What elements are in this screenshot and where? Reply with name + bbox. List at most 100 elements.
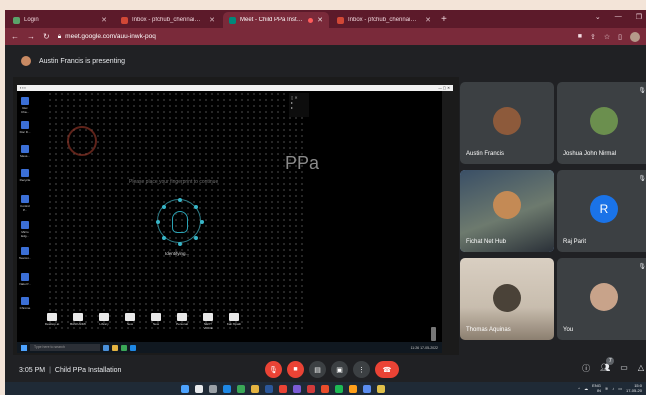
reload-icon[interactable]: ↻ — [43, 32, 50, 41]
mic-off-icon: 🎙︎ — [638, 176, 646, 182]
forward-icon[interactable]: → — [27, 32, 35, 41]
desktop-icon[interactable]: Control P... — [19, 195, 31, 212]
windows-start-icon[interactable] — [181, 384, 189, 393]
tab-login[interactable]: Login ✕ — [7, 12, 113, 28]
chevron-down-icon[interactable]: ⌄ — [595, 13, 601, 21]
window-thumbnail[interactable]: Library — [95, 313, 113, 330]
taskbar-app-icon[interactable] — [112, 344, 118, 351]
info-icon[interactable]: ⓘ — [582, 363, 590, 374]
file-explorer-icon[interactable] — [251, 384, 259, 393]
window-thumbnail[interactable]: New — [121, 313, 139, 330]
participant-tile[interactable]: Thomas Aquinas — [460, 258, 554, 340]
tab-title: Inbox - pfchub_chennai@homeli... — [348, 17, 421, 23]
language-indicator[interactable]: ENG IN — [592, 383, 601, 393]
window-thumbnail[interactable]: Desktop at — [43, 313, 61, 330]
activities-icon[interactable]: △ — [638, 363, 644, 374]
url-field[interactable]: 🔒︎ meet.google.com/auu-inwk-poq — [58, 33, 156, 41]
participant-name: Thomas Aquinas — [466, 327, 511, 333]
remote-window-title: ▪ ▪ ▪ — [20, 86, 26, 90]
restore-icon[interactable]: ❐ — [636, 13, 642, 21]
app-icon[interactable] — [349, 384, 357, 393]
app-icon[interactable] — [307, 384, 315, 393]
scanner-dot — [194, 205, 198, 209]
meeting-time: 3:05 PM — [19, 366, 46, 374]
camera-toggle-button[interactable]: ■ — [287, 361, 304, 378]
mic-toggle-button[interactable]: 🎙︎ — [265, 361, 282, 378]
window-thumbnail[interactable]: Kali Xlpath — [225, 313, 243, 330]
captions-button[interactable]: ▤ — [309, 361, 326, 378]
close-tab-icon[interactable]: ✕ — [425, 16, 431, 24]
tab-inbox-1[interactable]: Inbox - pfchub_chennai@homeli... ✕ — [115, 12, 221, 28]
wifi-icon[interactable]: ≋ — [605, 386, 608, 391]
star-icon[interactable]: ☆ — [604, 33, 610, 41]
presenter-avatar — [21, 56, 31, 66]
desktop-icon[interactable]: Nalu P... — [19, 273, 31, 286]
tray-chevron-icon[interactable]: ^ — [578, 386, 580, 391]
participant-tile[interactable]: 🎙︎ R Raj Parit — [557, 170, 646, 252]
end-call-button[interactable]: ☎ — [375, 361, 399, 378]
desktop-icon[interactable]: Doc D... — [19, 121, 31, 134]
spotify-icon[interactable] — [335, 384, 343, 393]
chrome-icon[interactable] — [279, 384, 287, 393]
taskbar-app-icon[interactable] — [103, 344, 109, 351]
desktop-icon[interactable]: Chrome — [19, 297, 31, 310]
remote-taskbar: Type here to search 11:26 17-05-2022 — [17, 342, 442, 353]
participant-name: You — [563, 327, 574, 333]
new-tab-button[interactable]: + — [441, 12, 447, 28]
participant-avatar — [493, 106, 521, 135]
present-button[interactable]: ▣ — [331, 361, 348, 378]
mic-off-icon: 🎙︎ — [269, 366, 278, 374]
more-options-button[interactable]: ⋮ — [353, 361, 370, 378]
remote-scrollbar[interactable] — [431, 327, 436, 341]
close-tab-icon[interactable]: ✕ — [101, 16, 107, 24]
remote-search-box[interactable]: Type here to search — [30, 344, 100, 351]
window-controls: ⌄ — ❐ — [595, 13, 642, 21]
close-tab-icon[interactable]: ✕ — [209, 16, 215, 24]
camera-in-use-icon[interactable]: ■ — [578, 33, 582, 40]
participant-tile[interactable]: 🎙︎ Joshua John Nirmal — [557, 82, 646, 164]
desktop-icon[interactable]: Teamvi... — [19, 247, 31, 260]
word-icon[interactable] — [265, 384, 273, 393]
browser-window: Login ✕ Inbox - pfchub_chennai@homeli...… — [5, 10, 646, 395]
battery-icon[interactable]: ▭ — [618, 386, 622, 391]
sidebar-icon[interactable]: ▯ — [618, 33, 622, 41]
window-thumbnail[interactable]: New — [147, 313, 165, 330]
participant-tile[interactable]: Austin Francis — [460, 82, 554, 164]
minimize-icon[interactable]: — — [615, 13, 622, 21]
close-tab-icon[interactable]: ✕ — [317, 16, 323, 24]
share-icon[interactable]: ⇪ — [590, 33, 596, 41]
scanner-dot — [156, 220, 160, 224]
scanner-dot — [200, 220, 204, 224]
desktop-icon[interactable]: Micro Edg... — [19, 221, 31, 238]
participant-tile-self[interactable]: 🎙︎ You — [557, 258, 646, 340]
window-thumbnail[interactable]: NEXT VOICE — [199, 313, 217, 330]
search-icon[interactable] — [195, 384, 203, 393]
desktop-icon[interactable]: Rec Cha... — [19, 97, 31, 114]
participant-tile-speaking[interactable]: Fichat Net Hub — [460, 170, 554, 252]
opera-icon[interactable] — [321, 384, 329, 393]
taskbar-app-icon[interactable] — [121, 344, 127, 351]
windows-start-icon[interactable] — [21, 344, 27, 351]
profile-avatar[interactable] — [630, 31, 640, 42]
window-thumbnail[interactable]: Personal — [173, 313, 191, 330]
tab-meet[interactable]: Meet - Child PPa Installation ✕ — [223, 12, 329, 28]
desktop-icon[interactable]: Recycle — [19, 169, 31, 182]
people-button[interactable]: 👥︎ 7 — [600, 357, 615, 374]
window-thumbnail[interactable]: BANKADMI — [69, 313, 87, 330]
app-icon[interactable] — [377, 384, 385, 393]
edge-icon[interactable] — [223, 384, 231, 393]
host-clock[interactable]: 15:0 17-05-20 — [626, 383, 642, 393]
participant-count-badge: 7 — [606, 357, 615, 365]
tab-inbox-2[interactable]: Inbox - pfchub_chennai@homeli... ✕ — [331, 12, 437, 28]
volume-icon[interactable]: ♪ — [612, 386, 614, 391]
back-icon[interactable]: ← — [11, 32, 19, 41]
app-icon[interactable] — [363, 384, 371, 393]
taskbar-app-icon[interactable] — [130, 344, 136, 351]
chat-icon[interactable]: ▭ — [620, 363, 628, 374]
meet-favicon-icon — [229, 16, 236, 24]
excel-icon[interactable] — [237, 384, 245, 393]
app-icon[interactable] — [293, 384, 301, 393]
task-view-icon[interactable] — [209, 384, 217, 393]
scanner-dot — [178, 198, 182, 202]
desktop-icon[interactable]: Mess... — [19, 145, 31, 158]
